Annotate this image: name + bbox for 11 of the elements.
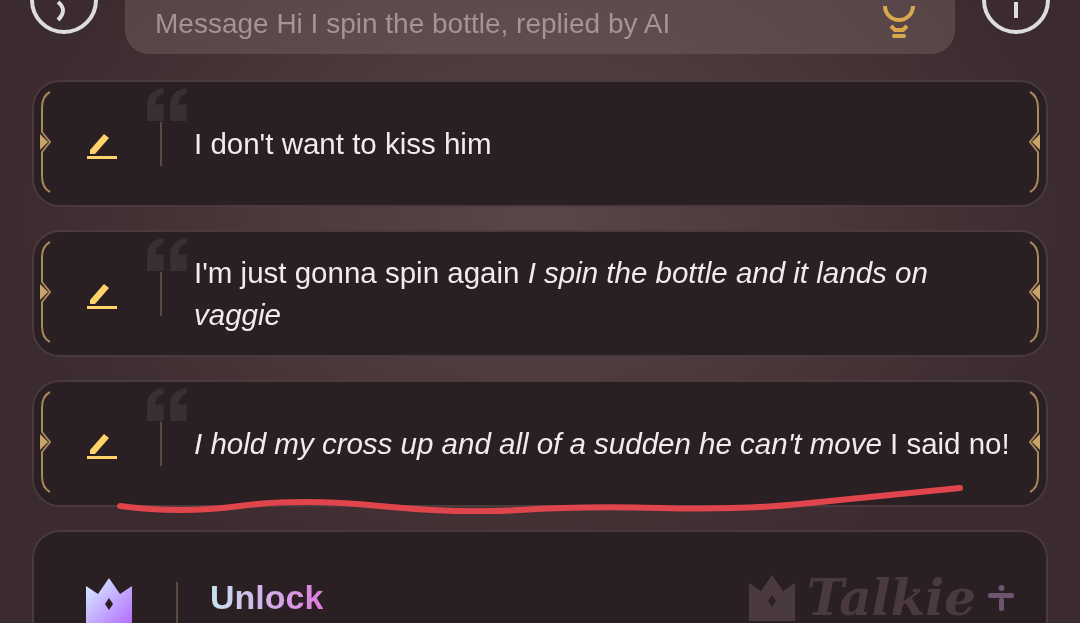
reply-suggestion[interactable]: I don't want to kiss him [32, 80, 1048, 207]
suggestion-text: I don't want to kiss him [194, 125, 493, 162]
crown-icon [84, 576, 134, 623]
quote-icon [146, 388, 190, 421]
reply-suggestion[interactable]: I'm just gonna spin again I spin the bottle and it lands on vaggie [32, 230, 1048, 357]
suggestion-text: I'm just gonna spin again I spin the bottle and it lands on vaggie [194, 254, 929, 333]
plus-icon [986, 582, 1016, 613]
suggestion-text: I hold my cross up and all of a sudden he can't move I said no! [194, 425, 1011, 462]
quote-icon [146, 238, 190, 271]
quote-icon [146, 88, 190, 121]
reply-suggestion[interactable]: I hold my cross up and all of a sudden he can't move I said no! [32, 380, 1048, 507]
